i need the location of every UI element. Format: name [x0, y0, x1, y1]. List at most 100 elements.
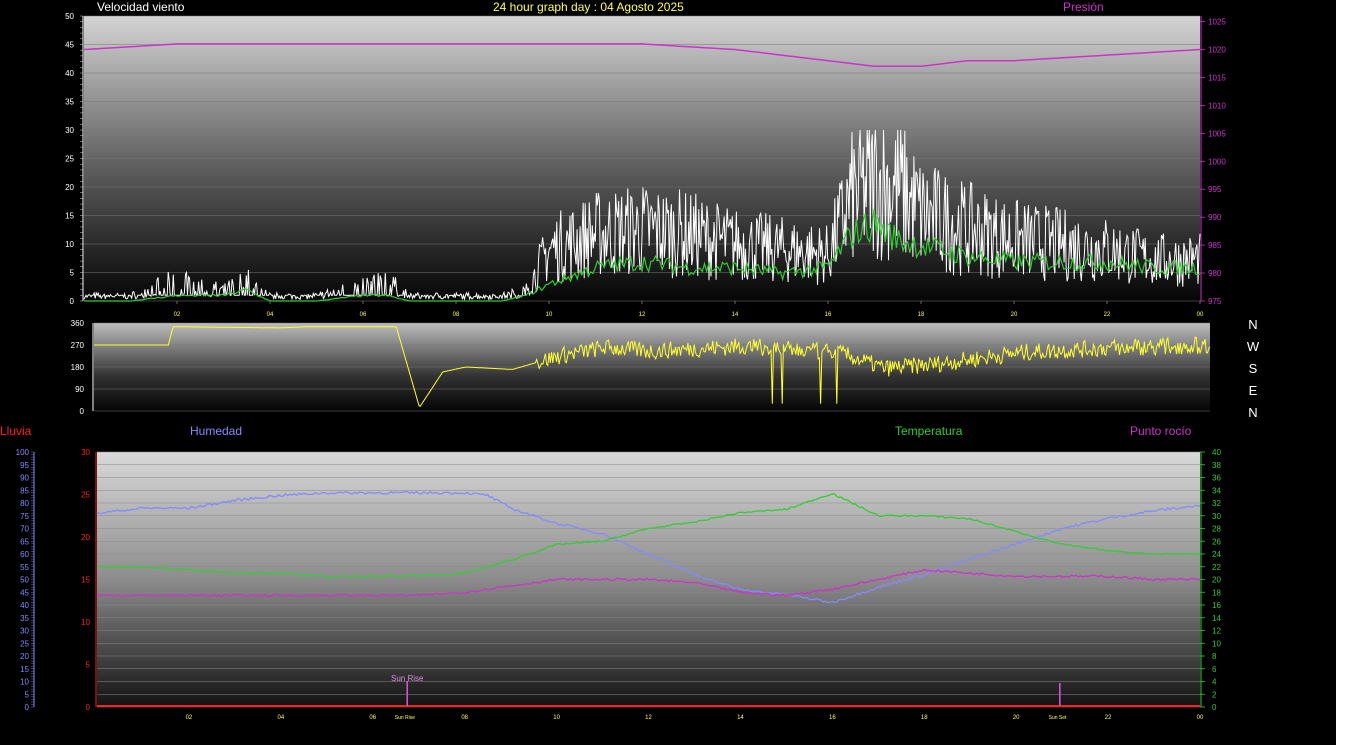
direction-y-tick: 180	[71, 363, 85, 372]
pressure-y-tick: 995	[1208, 185, 1222, 194]
humidity-y-tick: 10	[20, 678, 29, 687]
wind-y-tick: 35	[65, 98, 74, 107]
pressure-y-tick: 975	[1208, 297, 1222, 306]
temperature-y-tick: 30	[1212, 512, 1221, 521]
temperature-y-tick: 22	[1212, 563, 1221, 572]
wind-x-tick: 16	[825, 312, 832, 318]
rain-y-tick: 25	[81, 491, 90, 500]
wind-y-tick: 45	[65, 41, 74, 50]
sunset-tick-label: Sun Set	[1049, 715, 1067, 721]
pressure-y-tick: 985	[1208, 241, 1222, 250]
pressure-y-tick: 1020	[1208, 46, 1226, 55]
wind-x-tick: 10	[546, 312, 553, 318]
humidity-y-tick: 35	[20, 614, 29, 623]
climate-x-tick: 10	[553, 715, 560, 721]
wind-y-tick: 15	[65, 212, 74, 221]
temperature-y-tick: 24	[1212, 550, 1221, 559]
humidity-y-tick: 60	[20, 550, 29, 559]
temperature-y-tick: 26	[1212, 537, 1221, 546]
pressure-y-tick: 1010	[1208, 101, 1226, 110]
rain-y-tick: 20	[81, 533, 90, 542]
temperature-y-tick: 40	[1212, 448, 1221, 457]
direction-y-tick: 0	[80, 407, 85, 416]
humidity-y-tick: 55	[20, 563, 29, 572]
wind-x-tick: 06	[360, 312, 367, 318]
climate-x-tick: 22	[1105, 715, 1112, 721]
wind-y-tick: 40	[65, 69, 74, 78]
temperature-y-tick: 28	[1212, 525, 1221, 534]
temperature-y-tick: 14	[1212, 614, 1221, 623]
rain-y-tick: 10	[81, 618, 90, 627]
humidity-y-tick: 40	[20, 601, 29, 610]
temperature-y-tick: 32	[1212, 499, 1221, 508]
humidity-y-tick: 30	[20, 627, 29, 636]
humidity-y-tick: 80	[20, 499, 29, 508]
humidity-y-tick: 5	[25, 690, 30, 699]
wind-y-tick: 10	[65, 240, 74, 249]
temperature-y-tick: 4	[1212, 678, 1217, 687]
humidity-y-tick: 50	[20, 576, 29, 585]
pressure-y-tick: 990	[1208, 213, 1222, 222]
pressure-y-tick: 1000	[1208, 157, 1226, 166]
rain-y-tick: 5	[86, 661, 91, 670]
temperature-y-tick: 16	[1212, 601, 1221, 610]
climate-x-tick: 04	[277, 715, 284, 721]
climate-x-tick: 06	[369, 715, 376, 721]
pressure-y-tick: 1025	[1208, 18, 1226, 27]
humidity-y-tick: 75	[20, 512, 29, 521]
temperature-y-tick: 12	[1212, 627, 1221, 636]
climate-x-tick: 18	[921, 715, 928, 721]
humidity-y-tick: 85	[20, 486, 29, 495]
pressure-y-tick: 1005	[1208, 129, 1226, 138]
humidity-y-tick: 100	[16, 448, 30, 457]
climate-x-tick: 02	[186, 715, 193, 721]
humidity-y-tick: 20	[20, 652, 29, 661]
temperature-y-tick: 34	[1212, 486, 1221, 495]
direction-y-tick: 90	[75, 385, 84, 394]
humidity-y-tick: 15	[20, 665, 29, 674]
temperature-y-tick: 36	[1212, 474, 1221, 483]
direction-y-tick: 270	[71, 341, 85, 350]
humidity-y-tick: 65	[20, 537, 29, 546]
wind-x-tick: 22	[1104, 312, 1111, 318]
humidity-y-tick: 25	[20, 639, 29, 648]
wind-x-tick: 08	[453, 312, 460, 318]
rain-y-tick: 0	[86, 703, 91, 712]
wind-x-tick: 20	[1011, 312, 1018, 318]
humidity-y-tick: 70	[20, 525, 29, 534]
wind-y-tick: 50	[65, 12, 74, 21]
sunrise-tick-label: Sun Rise	[395, 715, 416, 721]
wind-y-tick: 20	[65, 183, 74, 192]
climate-x-tick: 12	[645, 715, 652, 721]
climate-x-tick: 20	[1013, 715, 1020, 721]
wind-y-tick: 0	[70, 297, 75, 306]
pressure-y-tick: 980	[1208, 269, 1222, 278]
humidity-y-tick: 95	[20, 461, 29, 470]
temperature-y-tick: 18	[1212, 588, 1221, 597]
temperature-y-tick: 38	[1212, 461, 1221, 470]
wind-x-tick: 00	[1197, 312, 1204, 318]
humidity-y-tick: 0	[25, 703, 30, 712]
climate-x-tick: 08	[461, 715, 468, 721]
temperature-y-tick: 6	[1212, 665, 1217, 674]
wind-x-tick: 02	[174, 312, 181, 318]
humidity-y-tick: 90	[20, 474, 29, 483]
climate-x-tick: 00	[1197, 715, 1204, 721]
climate-x-tick: 16	[829, 715, 836, 721]
pressure-y-tick: 1015	[1208, 73, 1226, 82]
right-border	[1336, 0, 1366, 745]
direction-y-tick: 360	[71, 319, 85, 328]
wind-y-tick: 5	[70, 269, 75, 278]
temperature-y-tick: 20	[1212, 576, 1221, 585]
wind-x-tick: 04	[267, 312, 274, 318]
temperature-y-tick: 2	[1212, 690, 1217, 699]
rain-y-tick: 15	[81, 576, 90, 585]
climate-x-tick: 14	[737, 715, 744, 721]
wind-y-tick: 25	[65, 155, 74, 164]
temperature-y-tick: 10	[1212, 639, 1221, 648]
rain-y-tick: 30	[81, 448, 90, 457]
wind-x-tick: 18	[918, 312, 925, 318]
humidity-y-tick: 45	[20, 588, 29, 597]
temperature-y-tick: 8	[1212, 652, 1217, 661]
temperature-y-tick: 0	[1212, 703, 1217, 712]
